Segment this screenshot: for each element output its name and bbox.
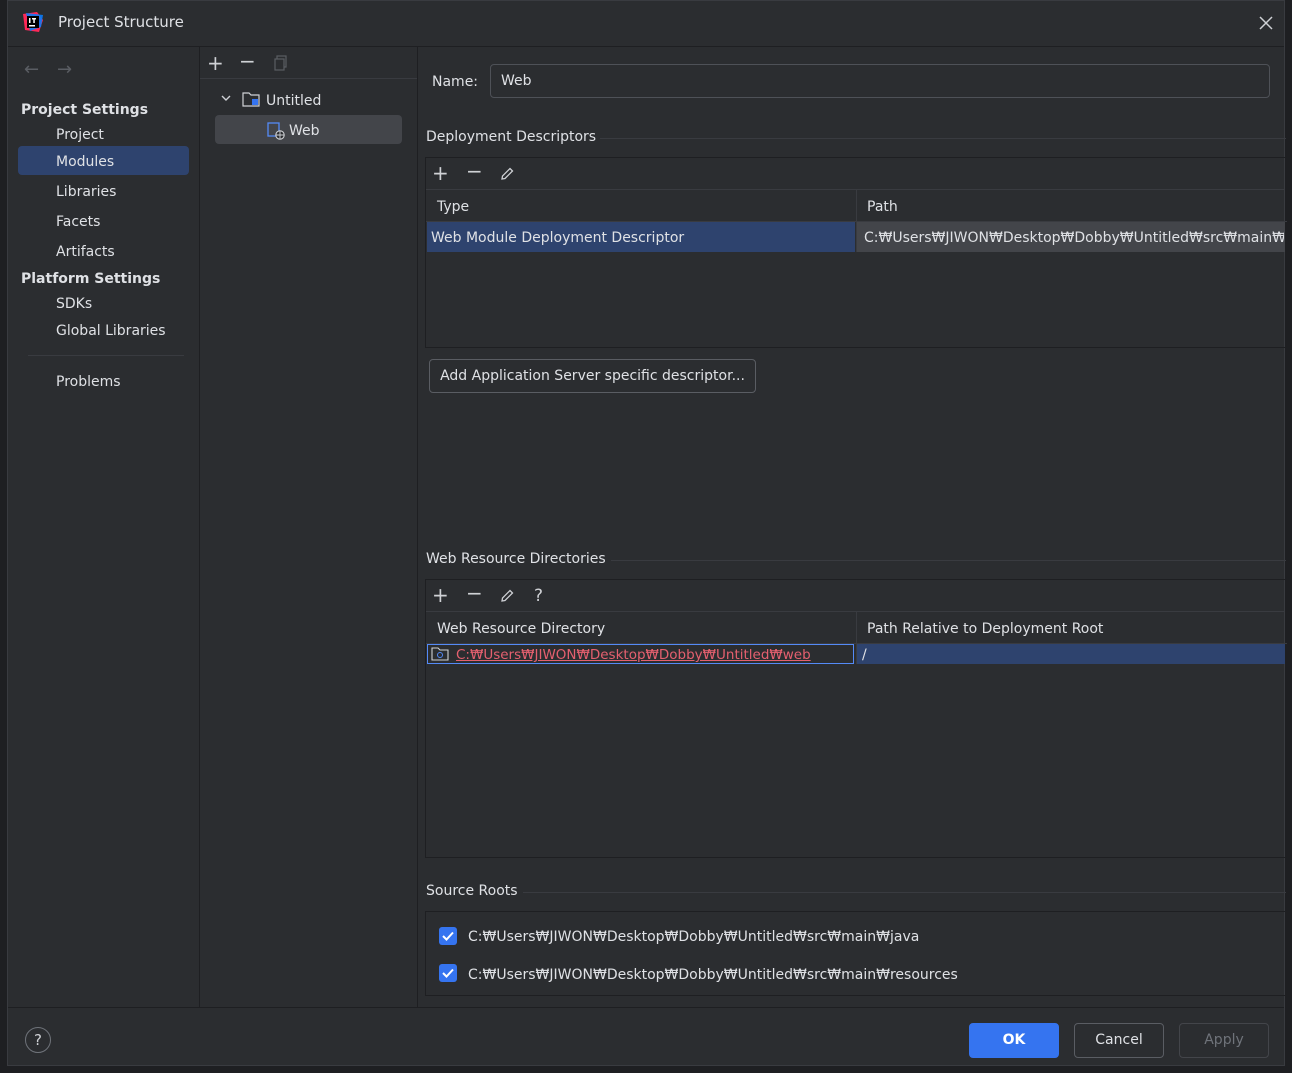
web-facet-icon <box>267 122 285 144</box>
descriptor-type-cell[interactable]: Web Module Deployment Descriptor <box>431 230 851 246</box>
ok-button[interactable]: OK <box>969 1023 1059 1058</box>
source-root-path-resources[interactable]: C:₩Users₩JIWON₩Desktop₩Dobby₩Untitled₩sr… <box>468 967 958 983</box>
source-roots-line <box>523 892 1286 893</box>
sidebar-divider <box>28 355 184 356</box>
back-arrow-icon[interactable]: ← <box>24 59 39 80</box>
tree-item-web[interactable]: Web <box>289 123 320 139</box>
chevron-down-icon[interactable] <box>220 92 232 108</box>
deployment-descriptors-panel: + − Type Path Web Module Deployment Desc… <box>425 157 1287 348</box>
sidebar-item-libraries[interactable]: Libraries <box>56 184 116 200</box>
help-question-icon[interactable]: ? <box>534 586 543 606</box>
sidebar-item-facets[interactable]: Facets <box>56 214 100 230</box>
source-root-checkbox-java[interactable] <box>439 927 457 945</box>
forward-arrow-icon[interactable]: → <box>57 59 72 80</box>
tree-toolbar-divider <box>200 78 417 79</box>
source-root-path-java[interactable]: C:₩Users₩JIWON₩Desktop₩Dobby₩Untitled₩sr… <box>468 929 919 945</box>
descriptor-path-cell[interactable]: C:₩Users₩JIWON₩Desktop₩Dobby₩Untitled₩sr… <box>864 230 1284 246</box>
sidebar-item-project[interactable]: Project <box>56 127 104 143</box>
web-resource-directories-line <box>611 560 1286 561</box>
project-settings-header: Project Settings <box>21 102 149 118</box>
column-header-type[interactable]: Type <box>437 199 469 215</box>
sidebar-item-problems[interactable]: Problems <box>56 374 121 390</box>
footer-divider <box>8 1007 1284 1008</box>
source-roots-panel: C:₩Users₩JIWON₩Desktop₩Dobby₩Untitled₩sr… <box>425 911 1286 996</box>
remove-module-icon[interactable]: − <box>239 51 256 71</box>
sidebar-divider-vertical <box>199 47 200 1007</box>
name-label: Name: <box>432 74 479 90</box>
cancel-button[interactable]: Cancel <box>1074 1023 1164 1058</box>
sidebar-item-modules[interactable]: Modules <box>56 154 114 170</box>
title-bar: Project Structure <box>8 1 1284 45</box>
deployment-descriptors-toolbar: + − <box>426 158 1285 190</box>
apply-button[interactable]: Apply <box>1179 1023 1269 1058</box>
column-header-path[interactable]: Path <box>867 199 898 215</box>
web-folder-icon <box>431 646 449 665</box>
sidebar-item-sdks[interactable]: SDKs <box>56 296 92 312</box>
intellij-logo-icon <box>22 11 44 33</box>
platform-settings-header: Platform Settings <box>21 271 161 287</box>
web-resource-relative-cell[interactable]: / <box>862 647 922 663</box>
source-roots-title: Source Roots <box>426 883 518 899</box>
tree-divider-vertical <box>417 47 418 1007</box>
deployment-descriptors-line <box>600 138 1286 139</box>
column-header-web-resource-directory[interactable]: Web Resource Directory <box>437 621 605 637</box>
edit-descriptor-icon[interactable] <box>499 165 515 185</box>
sidebar-item-global-libraries[interactable]: Global Libraries <box>56 323 166 339</box>
tree-item-untitled[interactable]: Untitled <box>266 93 321 109</box>
web-resource-directory-cell[interactable]: C:₩Users₩JIWON₩Desktop₩Dobby₩Untitled₩we… <box>456 647 851 663</box>
add-module-icon[interactable]: + <box>207 53 224 73</box>
edit-web-resource-icon[interactable] <box>499 587 515 607</box>
web-resource-directories-panel: + − ? Web Resource Directory Path Relati… <box>425 579 1287 858</box>
deployment-descriptors-title: Deployment Descriptors <box>426 129 597 145</box>
copy-module-icon[interactable] <box>273 54 289 74</box>
column-header-path-relative[interactable]: Path Relative to Deployment Root <box>867 621 1103 637</box>
remove-web-resource-icon[interactable]: − <box>466 583 483 603</box>
close-icon[interactable] <box>1254 11 1278 35</box>
project-structure-dialog: Project Structure ← → Project Settings P… <box>7 0 1287 1066</box>
web-resource-toolbar: + − ? <box>426 580 1285 612</box>
help-icon[interactable]: ? <box>25 1027 51 1053</box>
add-descriptor-icon[interactable]: + <box>432 163 449 183</box>
remove-descriptor-icon[interactable]: − <box>466 161 483 181</box>
add-server-descriptor-button[interactable]: Add Application Server specific descript… <box>429 359 756 393</box>
module-folder-icon <box>242 91 260 111</box>
window-title: Project Structure <box>58 13 184 31</box>
name-input[interactable] <box>490 64 1270 98</box>
add-web-resource-icon[interactable]: + <box>432 585 449 605</box>
source-root-checkbox-resources[interactable] <box>439 964 457 982</box>
web-resource-directories-title: Web Resource Directories <box>426 551 606 567</box>
sidebar-item-artifacts[interactable]: Artifacts <box>56 244 115 260</box>
